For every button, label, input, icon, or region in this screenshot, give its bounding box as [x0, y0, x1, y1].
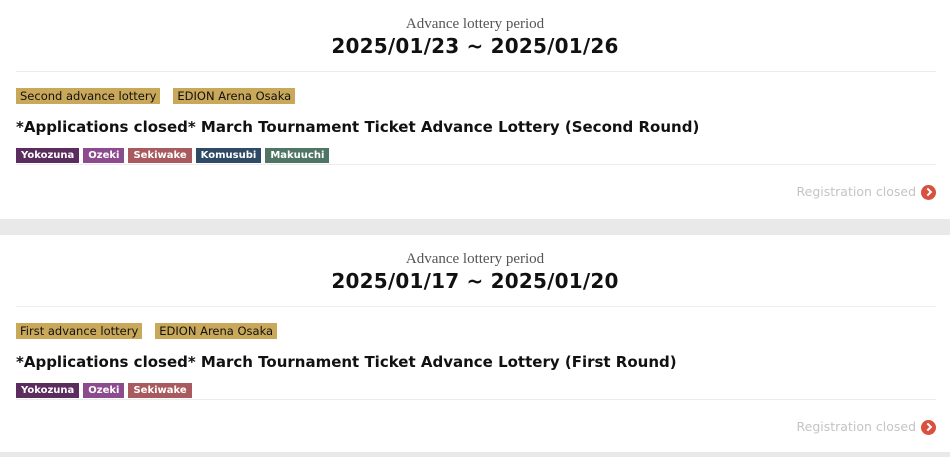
lottery-round-tag: First advance lottery	[16, 323, 143, 339]
chevron-right-icon	[921, 184, 936, 200]
seat-rank-list: Yokozuna Ozeki Sekiwake Komusubi Makuuch…	[16, 148, 330, 163]
seat-rank-badge: Yokozuna	[16, 148, 80, 163]
tag-row: First advance lottery EDION Arena Osaka	[16, 323, 278, 339]
seat-rank-badge: Ozeki	[83, 148, 125, 163]
lottery-card: Advance lottery period 2025/01/17 ~ 2025…	[0, 235, 950, 452]
period-label: Advance lottery period	[405, 16, 545, 32]
seat-rank-badge: Makuuchi	[265, 148, 330, 163]
lottery-title[interactable]: *Applications closed* March Tournament T…	[16, 351, 677, 373]
period-dates: 2025/01/17 ~ 2025/01/20	[331, 269, 619, 293]
tag-row: Second advance lottery EDION Arena Osaka	[16, 88, 296, 104]
status-label: Registration closed	[796, 184, 916, 199]
divider	[16, 71, 936, 72]
divider	[16, 164, 936, 165]
lottery-list: Advance lottery period 2025/01/23 ~ 2025…	[0, 0, 950, 457]
seat-rank-badge: Sekiwake	[128, 148, 192, 163]
seat-rank-badge: Komusubi	[195, 148, 262, 163]
divider	[16, 399, 936, 400]
lottery-title[interactable]: *Applications closed* March Tournament T…	[16, 116, 699, 138]
seat-rank-badge: Yokozuna	[16, 383, 80, 398]
lottery-round-tag: Second advance lottery	[16, 88, 161, 104]
registration-closed-link[interactable]: Registration closed	[797, 418, 936, 436]
chevron-right-icon	[921, 419, 936, 435]
seat-rank-badge: Sekiwake	[128, 383, 192, 398]
status-label: Registration closed	[796, 419, 916, 434]
period-dates: 2025/01/23 ~ 2025/01/26	[331, 34, 619, 58]
divider	[16, 306, 936, 307]
seat-rank-badge: Ozeki	[83, 383, 125, 398]
registration-closed-link[interactable]: Registration closed	[797, 183, 936, 201]
venue-tag: EDION Arena Osaka	[173, 88, 296, 104]
period-label: Advance lottery period	[405, 251, 545, 267]
seat-rank-list: Yokozuna Ozeki Sekiwake	[16, 383, 192, 398]
lottery-card: Advance lottery period 2025/01/23 ~ 2025…	[0, 0, 950, 219]
venue-tag: EDION Arena Osaka	[155, 323, 278, 339]
